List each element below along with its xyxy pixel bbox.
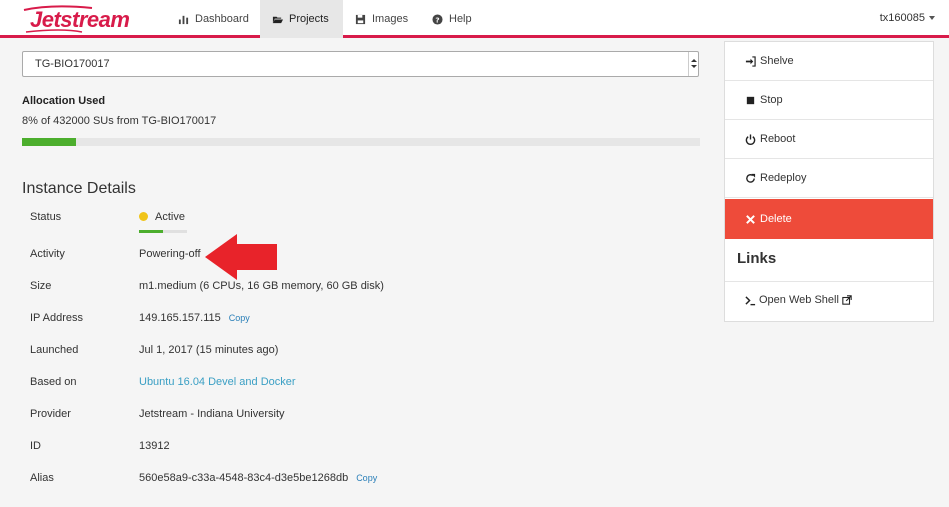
status-dot-icon <box>139 212 148 221</box>
launched-label: Launched <box>30 344 79 356</box>
bar-chart-icon <box>178 15 189 24</box>
web-shell-label: Open Web Shell <box>759 294 839 306</box>
allocation-source-select[interactable]: TG-BIO170017 <box>22 51 699 77</box>
based-on-label: Based on <box>30 376 77 388</box>
ip-address-label: IP Address <box>30 312 83 324</box>
launched-value: Jul 1, 2017 (15 minutes ago) <box>139 344 279 356</box>
nav-dashboard-label: Dashboard <box>195 13 249 25</box>
nav-help[interactable]: ? Help <box>420 0 484 38</box>
copy-ip-button[interactable]: Copy <box>229 313 250 323</box>
delete-button[interactable]: Delete <box>725 199 933 239</box>
links-divider <box>725 281 933 282</box>
logo-text: Jetstream <box>30 7 130 32</box>
size-value: m1.medium (6 CPUs, 16 GB memory, 60 GB d… <box>139 280 384 292</box>
floppy-disk-icon <box>355 14 366 24</box>
shelve-label: Shelve <box>760 55 794 67</box>
activity-label: Activity <box>30 248 65 260</box>
question-circle-icon: ? <box>432 13 443 25</box>
provider-label: Provider <box>30 408 71 420</box>
reboot-button[interactable]: Reboot <box>725 120 933 159</box>
provider-value: Jetstream - Indiana University <box>139 408 285 420</box>
username: tx160085 <box>879 12 925 24</box>
stop-label: Stop <box>760 94 783 106</box>
status-mini-progress-fill <box>139 230 163 233</box>
stop-button[interactable]: Stop <box>725 81 933 120</box>
instance-details-title: Instance Details <box>22 180 136 197</box>
based-on-link[interactable]: Ubuntu 16.04 Devel and Docker <box>139 376 296 388</box>
instance-actions-panel: Shelve Stop Reboot Redeploy Delete Links… <box>724 41 934 322</box>
chevron-down-icon <box>929 16 935 21</box>
allocation-source-value: TG-BIO170017 <box>35 58 110 70</box>
stop-icon <box>746 96 755 104</box>
red-arrow-icon <box>205 234 277 280</box>
svg-text:?: ? <box>435 15 439 24</box>
terminal-icon <box>745 295 756 305</box>
activity-value: Powering-off <box>139 248 201 260</box>
nav-images-label: Images <box>372 13 409 25</box>
close-icon <box>746 214 755 224</box>
status-value: Active <box>139 211 185 223</box>
power-icon <box>745 133 756 145</box>
alias-value: 560e58a9-c33a-4548-83c4-d3e5be1268db Copy <box>139 472 377 484</box>
select-arrows-icon <box>688 52 698 76</box>
user-menu[interactable]: tx160085 <box>880 0 935 36</box>
status-label: Status <box>30 211 62 223</box>
ip-address-value: 149.165.157.115 Copy <box>139 312 250 324</box>
nav-projects[interactable]: Projects <box>260 0 343 38</box>
shelve-button[interactable]: Shelve <box>725 42 933 81</box>
status-text: Active <box>155 211 185 223</box>
refresh-icon <box>746 173 756 183</box>
alias-label: Alias <box>30 472 54 484</box>
nav-images[interactable]: Images <box>343 0 420 38</box>
redeploy-label: Redeploy <box>760 172 807 184</box>
allocation-title: Allocation Used <box>22 95 106 107</box>
size-label: Size <box>30 280 52 292</box>
open-web-shell-link[interactable]: Open Web Shell <box>745 294 852 306</box>
id-value: 13912 <box>139 440 170 452</box>
status-mini-progress <box>139 230 187 233</box>
delete-label: Delete <box>760 213 792 225</box>
reboot-label: Reboot <box>760 133 796 145</box>
external-link-icon <box>842 295 852 305</box>
nav-projects-label: Projects <box>289 13 329 25</box>
alias-text: 560e58a9-c33a-4548-83c4-d3e5be1268db <box>139 472 349 484</box>
links-title: Links <box>737 250 777 267</box>
id-label: ID <box>30 440 41 452</box>
top-navbar: Jetstream Dashboard Projects Images ? He… <box>0 0 949 38</box>
jetstream-logo[interactable]: Jetstream <box>22 2 132 36</box>
sign-in-icon <box>745 55 756 67</box>
allocation-progress-fill <box>22 138 77 146</box>
copy-alias-button[interactable]: Copy <box>356 473 377 483</box>
folder-open-icon <box>272 16 283 23</box>
nav-help-label: Help <box>449 13 472 25</box>
allocation-text: 8% of 432000 SUs from TG-BIO170017 <box>22 115 217 127</box>
redeploy-button[interactable]: Redeploy <box>725 159 933 198</box>
ip-address-text: 149.165.157.115 <box>139 312 221 324</box>
nav-dashboard[interactable]: Dashboard <box>166 0 261 38</box>
allocation-progress-bar <box>22 138 700 146</box>
